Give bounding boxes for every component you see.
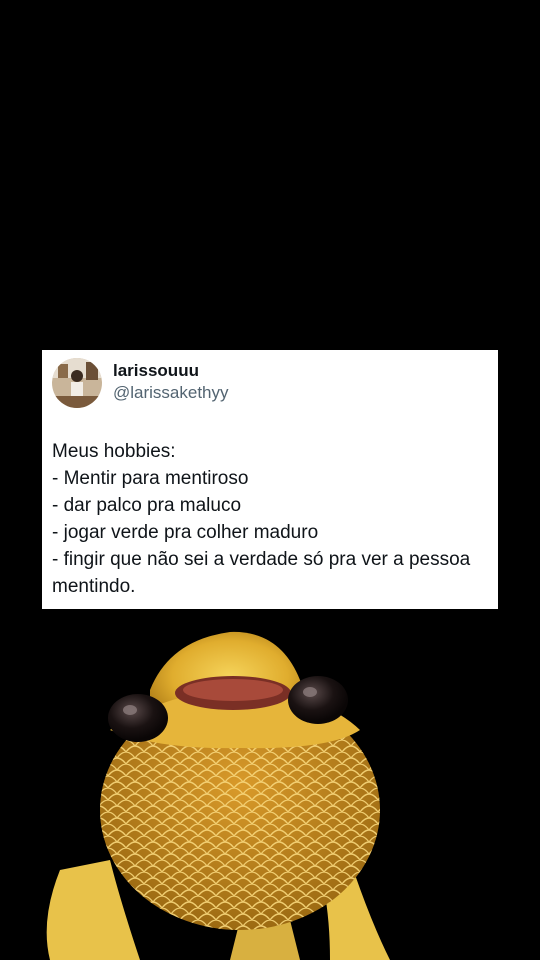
tweet-line: Meus hobbies: (52, 441, 176, 462)
tweet-line: - fingir que não sei a verdade só pra ve… (52, 549, 471, 570)
tweet-header: larissouuu @larissakethyy (52, 358, 484, 408)
tweet-line: - Mentir para mentiroso (52, 468, 249, 489)
tweet-card[interactable]: larissouuu @larissakethyy Meus hobbies: … (42, 350, 498, 609)
user-handle[interactable]: @larissakethyy (113, 382, 229, 404)
tweet-author: larissouuu @larissakethyy (113, 360, 229, 404)
tweet-line: - jogar verde pra colher maduro (52, 522, 319, 543)
tweet-line: mentindo. (52, 576, 136, 597)
tweet-text: Meus hobbies: - Mentir para mentiroso - … (52, 438, 484, 600)
display-name[interactable]: larissouuu (113, 360, 229, 382)
tweet-line: - dar palco pra maluco (52, 495, 242, 516)
golden-fish-face-icon (46, 631, 390, 960)
avatar-photo-icon (52, 358, 102, 408)
avatar[interactable] (52, 358, 102, 408)
